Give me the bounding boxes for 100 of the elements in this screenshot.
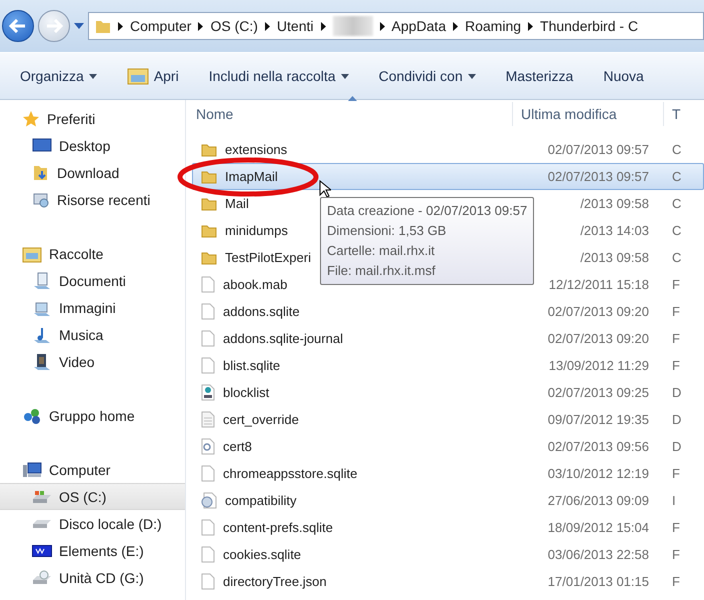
table-cell: D xyxy=(672,439,682,454)
file-icon xyxy=(201,303,215,320)
blurred-segment xyxy=(332,16,372,36)
table-cell: C xyxy=(672,223,682,238)
sidebar-item[interactable]: Elements (E:) xyxy=(0,537,185,564)
tooltip-line: Cartelle: mail.rhx.it xyxy=(327,242,435,260)
file-icon xyxy=(201,573,215,590)
file-name[interactable]: cert_override xyxy=(223,412,299,427)
modified-date: 12/12/2011 15:18 xyxy=(548,277,649,292)
breadcrumb-item[interactable]: AppData xyxy=(392,18,446,34)
history-dropdown[interactable] xyxy=(74,21,84,31)
table-cell: C xyxy=(672,169,682,184)
music-icon xyxy=(32,326,52,344)
file-name[interactable]: chromeappsstore.sqlite xyxy=(223,466,358,481)
sidebar-item[interactable]: Musica xyxy=(0,321,185,348)
modified-date: /2013 09:58 xyxy=(579,250,649,265)
file-name[interactable]: blist.sqlite xyxy=(223,358,280,373)
modified-date: 02/07/2013 09:20 xyxy=(546,304,649,319)
tooltip-line: File: mail.rhx.it.msf xyxy=(327,262,436,280)
toolbar-button[interactable]: Nuova xyxy=(603,68,644,84)
external-drive-icon xyxy=(32,544,52,556)
back-arrow-icon xyxy=(9,19,27,33)
sidebar-item[interactable]: Computer xyxy=(0,456,185,483)
file-icon xyxy=(201,357,215,374)
sidebar-item[interactable]: Documenti xyxy=(0,267,185,294)
file-name[interactable]: cookies.sqlite xyxy=(223,547,302,562)
file-row[interactable]: ImapMail 02/07/2013 09:57 C xyxy=(192,163,704,190)
folder-icon xyxy=(201,170,217,184)
folder-icon xyxy=(201,250,217,264)
file-name[interactable]: Mail xyxy=(225,196,249,211)
file-name[interactable]: directoryTree.json xyxy=(223,574,327,589)
breadcrumb-item[interactable]: Computer xyxy=(130,18,192,34)
tooltip-line: Data creazione - 02/07/2013 09:57 xyxy=(327,202,528,220)
file-name[interactable]: compatibility xyxy=(225,493,297,508)
computer-icon xyxy=(22,460,42,478)
chevron-icon xyxy=(320,22,326,30)
modified-date: 02/07/2013 09:20 xyxy=(546,331,649,346)
file-name[interactable]: abook.mab xyxy=(223,277,288,292)
file-name[interactable]: minidumps xyxy=(225,223,288,238)
table-cell: C xyxy=(672,142,682,157)
sort-arrow-icon xyxy=(348,96,357,101)
file-icon xyxy=(201,465,215,482)
sidebar-item[interactable]: Disco locale (D:) xyxy=(0,510,185,537)
sidebar-item[interactable]: Raccolte xyxy=(0,240,185,267)
modified-date: 02/07/2013 09:57 xyxy=(546,142,649,157)
column-header[interactable]: Nome xyxy=(186,102,513,126)
modified-date: 17/01/2013 01:15 xyxy=(546,574,649,589)
table-cell: F xyxy=(672,358,680,373)
tooltip-line: Dimensioni: 1,53 GB xyxy=(327,222,446,240)
address-bar[interactable]: Computer OS (C:) Utenti AppData Roaming Thunderbird - C xyxy=(88,12,704,40)
file-name[interactable]: extensions xyxy=(225,142,288,157)
sidebar-item[interactable]: Desktop xyxy=(0,132,185,159)
modified-date: 02/07/2013 09:56 xyxy=(546,439,649,454)
column-header[interactable]: T xyxy=(664,102,704,126)
sidebar-item[interactable]: Download xyxy=(0,159,185,186)
sidebar-item[interactable]: Risorse recenti xyxy=(0,186,185,213)
config-file-icon xyxy=(201,384,215,401)
table-cell: F xyxy=(672,331,680,346)
caret-icon xyxy=(468,74,476,78)
toolbar-button[interactable]: Includi nella raccolta xyxy=(208,68,349,84)
file-name[interactable]: TestPilotExperi xyxy=(225,250,311,265)
sidebar-item[interactable]: Unità CD (G:) xyxy=(0,564,185,591)
file-icon xyxy=(201,519,215,536)
table-cell: D xyxy=(672,412,682,427)
chevron-icon xyxy=(118,22,123,30)
folder-icon xyxy=(95,18,111,34)
file-icon xyxy=(201,330,215,347)
toolbar-button[interactable]: Apri xyxy=(126,67,179,85)
breadcrumb-item[interactable]: Utenti xyxy=(276,18,314,34)
cd-drive-icon xyxy=(32,570,52,586)
breadcrumb-item[interactable]: Thunderbird - C xyxy=(540,18,638,34)
video-icon xyxy=(32,352,52,370)
toolbar-button[interactable]: Masterizza xyxy=(506,68,574,84)
sidebar-item[interactable]: Preferiti xyxy=(0,105,185,132)
cursor-icon xyxy=(319,180,331,198)
file-name[interactable]: ImapMail xyxy=(225,169,278,184)
table-cell: F xyxy=(672,574,680,589)
table-cell: F xyxy=(672,547,680,562)
breadcrumb-item[interactable]: OS (C:) xyxy=(210,18,258,34)
column-header[interactable]: Ultima modifica xyxy=(513,102,664,126)
toolbar-button[interactable]: Organizza xyxy=(20,68,97,84)
sidebar-item[interactable]: Immagini xyxy=(0,294,185,321)
file-name[interactable]: content-prefs.sqlite xyxy=(223,520,333,535)
file-name[interactable]: addons.sqlite-journal xyxy=(223,331,343,346)
modified-date: 02/07/2013 09:25 xyxy=(546,385,649,400)
table-cell: F xyxy=(672,466,680,481)
toolbar-button[interactable]: Condividi con xyxy=(378,68,476,84)
chevron-icon xyxy=(380,22,384,30)
sidebar-item[interactable]: OS (C:) xyxy=(0,483,185,510)
caret-icon xyxy=(340,74,349,78)
modified-date: 13/09/2012 11:29 xyxy=(548,358,649,373)
file-name[interactable]: cert8 xyxy=(223,439,252,454)
open-folder-icon xyxy=(126,67,149,85)
breadcrumb-item[interactable]: Roaming xyxy=(464,18,522,34)
sidebar-item[interactable]: Video xyxy=(0,348,185,375)
back-button[interactable] xyxy=(2,10,34,42)
file-name[interactable]: blocklist xyxy=(223,385,270,400)
sidebar-item[interactable]: Gruppo home xyxy=(0,402,185,429)
file-name[interactable]: addons.sqlite xyxy=(223,304,300,319)
table-cell: F xyxy=(672,304,680,319)
